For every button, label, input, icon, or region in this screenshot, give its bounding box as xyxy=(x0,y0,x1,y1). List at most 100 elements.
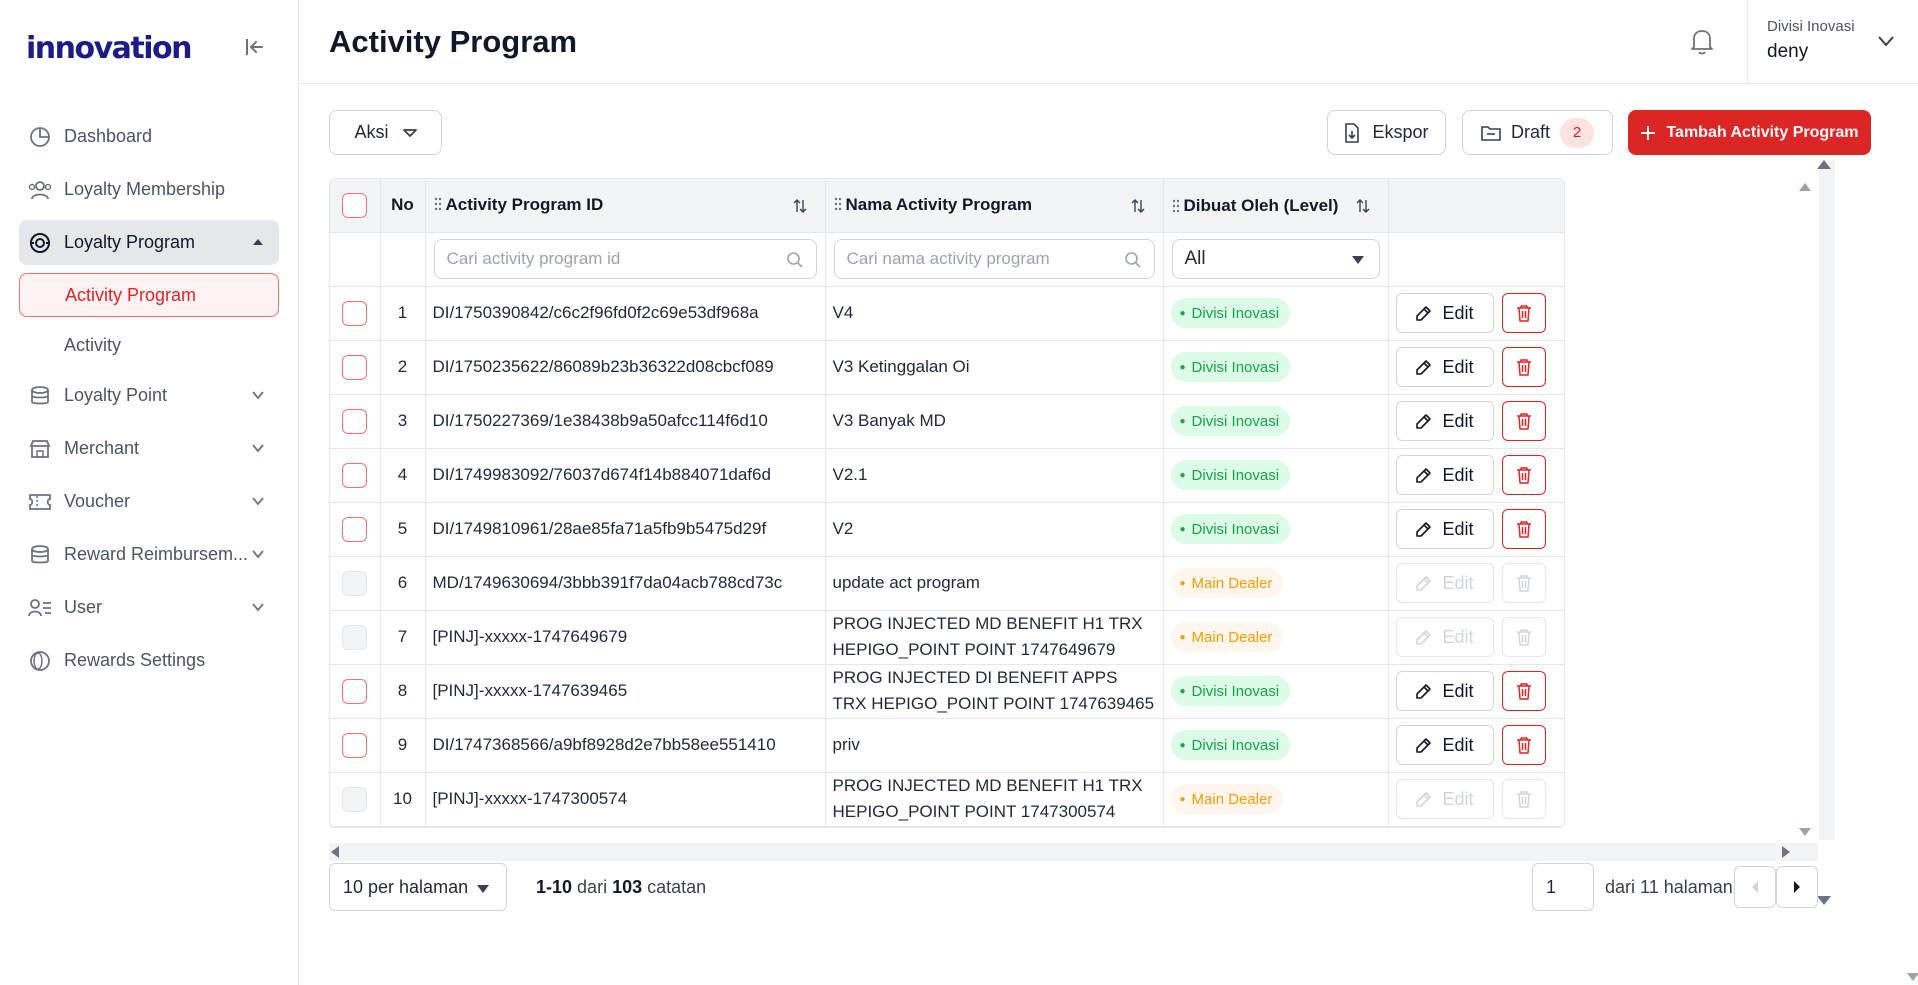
row-checkbox-cell xyxy=(330,772,381,827)
per-page-label: 10 per halaman xyxy=(343,876,469,897)
draft-count-badge: 2 xyxy=(1560,117,1594,148)
filter-level-cell: All xyxy=(1163,232,1389,287)
horizontal-scrollbar[interactable] xyxy=(329,843,1818,861)
sidebar-subitem-activity-program[interactable]: Activity Program xyxy=(19,273,279,317)
header-nama-activity-program[interactable]: Nama Activity Program xyxy=(825,179,1164,233)
database-icon xyxy=(28,543,52,567)
sidebar-item-merchant[interactable]: Merchant xyxy=(19,426,279,471)
edit-button[interactable]: Edit xyxy=(1395,347,1494,387)
edit-button[interactable]: Edit xyxy=(1395,455,1494,495)
row-checkbox-cell xyxy=(330,610,381,665)
sidebar-item-loyalty-point[interactable]: Loyalty Point xyxy=(19,373,279,418)
edit-button[interactable]: Edit xyxy=(1395,509,1494,549)
trash-icon xyxy=(1516,413,1531,430)
delete-button[interactable] xyxy=(1501,347,1546,387)
row-activity-program-id: DI/1750227369/1e38438b9a50afcc114f6d10 xyxy=(425,394,826,449)
row-level-cell: ● Divisi Inovasi xyxy=(1163,340,1389,395)
filter-empty xyxy=(380,232,426,287)
search-activity-program-id[interactable] xyxy=(433,239,817,279)
sidebar-item-user[interactable]: User xyxy=(19,585,279,630)
sidebar-item-rewards-settings[interactable]: Rewards Settings xyxy=(19,638,279,683)
drag-handle-icon[interactable] xyxy=(834,197,842,211)
scroll-left-arrow-icon[interactable] xyxy=(331,846,339,858)
row-checkbox[interactable] xyxy=(342,354,368,380)
search-nama-activity-program[interactable] xyxy=(833,239,1155,279)
row-activity-program-id: [PINJ]-xxxxx-1747639465 xyxy=(425,664,826,719)
row-checkbox[interactable] xyxy=(342,732,368,758)
sidebar-item-loyalty-program[interactable]: Loyalty Program xyxy=(19,220,279,265)
scroll-down-arrow-icon[interactable] xyxy=(1799,828,1811,836)
sidebar: innovation Dashboard Loyalty Membership xyxy=(0,0,299,985)
trash-icon xyxy=(1516,467,1531,484)
scroll-down-arrow-icon[interactable] xyxy=(1817,896,1831,905)
header-activity-program-id[interactable]: Activity Program ID xyxy=(425,179,826,233)
user-menu[interactable]: Divisi Inovasi deny xyxy=(1767,18,1855,63)
draft-button[interactable]: Draft 2 xyxy=(1462,110,1613,155)
level-badge-label: Divisi Inovasi xyxy=(1191,736,1280,754)
header-actions xyxy=(1388,179,1564,233)
sidebar-subitem-activity[interactable]: Activity xyxy=(19,323,279,367)
delete-button[interactable] xyxy=(1501,725,1546,765)
header-dibuat-oleh[interactable]: Dibuat Oleh (Level) xyxy=(1163,179,1389,233)
collapse-sidebar-icon[interactable] xyxy=(244,36,266,58)
edit-button[interactable]: Edit xyxy=(1395,671,1494,711)
delete-button[interactable] xyxy=(1501,509,1546,549)
sidebar-item-label: Reward Reimbursem... xyxy=(64,544,249,564)
sidebar-item-loyalty-membership[interactable]: Loyalty Membership xyxy=(19,167,279,212)
select-all-checkbox[interactable] xyxy=(342,192,368,218)
delete-button[interactable] xyxy=(1501,455,1546,495)
bullet-icon: ● xyxy=(1179,685,1186,697)
export-button[interactable]: Ekspor xyxy=(1327,110,1446,155)
sort-icon[interactable] xyxy=(1131,198,1145,214)
scroll-right-arrow-icon[interactable] xyxy=(1782,846,1790,858)
level-badge-label: Main Dealer xyxy=(1191,790,1273,808)
chevron-down-icon[interactable] xyxy=(1877,34,1895,48)
bell-icon[interactable] xyxy=(1688,26,1716,56)
search-id-input[interactable] xyxy=(446,249,804,269)
row-activity-program-name: V3 Ketinggalan Oi xyxy=(825,340,1164,395)
delete-button[interactable] xyxy=(1501,401,1546,441)
header-label: Activity Program ID xyxy=(445,195,604,215)
delete-button[interactable] xyxy=(1501,671,1546,711)
row-activity-program-name: priv xyxy=(825,718,1164,773)
table-row: 10 [PINJ]-xxxxx-1747300574 PROG INJECTED… xyxy=(330,772,1564,827)
page-number-input[interactable]: 1 xyxy=(1532,863,1594,911)
edit-button[interactable]: Edit xyxy=(1395,293,1494,333)
delete-button[interactable] xyxy=(1501,293,1546,333)
records-total: 103 xyxy=(612,877,643,897)
search-name-input[interactable] xyxy=(846,249,1142,269)
users-icon xyxy=(28,178,52,202)
row-checkbox[interactable] xyxy=(342,408,368,434)
per-page-select[interactable]: 10 per halaman xyxy=(329,863,507,911)
aksi-button[interactable]: Aksi xyxy=(329,110,442,155)
drag-handle-icon[interactable] xyxy=(1172,199,1180,213)
scroll-up-arrow-icon[interactable] xyxy=(1799,183,1811,191)
next-page-button[interactable] xyxy=(1776,866,1818,908)
vertical-scrollbar[interactable] xyxy=(1819,160,1835,840)
sort-icon[interactable] xyxy=(1356,198,1370,214)
row-activity-program-id: DI/1750390842/c6c2f96fd0f2c69e53df968a xyxy=(425,286,826,341)
row-checkbox[interactable] xyxy=(342,678,368,704)
row-checkbox[interactable] xyxy=(342,462,368,488)
row-level-cell: ● Divisi Inovasi xyxy=(1163,394,1389,449)
edit-button[interactable]: Edit xyxy=(1395,401,1494,441)
drag-handle-icon[interactable] xyxy=(434,197,442,211)
sort-icon[interactable] xyxy=(793,198,807,214)
sidebar-item-reward-reimbursement[interactable]: Reward Reimbursem... xyxy=(19,532,279,577)
prev-page-button[interactable] xyxy=(1734,866,1776,908)
row-checkbox[interactable] xyxy=(342,300,368,326)
row-level-cell: ● Divisi Inovasi xyxy=(1163,448,1389,503)
row-actions-cell: Edit xyxy=(1388,448,1564,503)
edit-button[interactable]: Edit xyxy=(1395,725,1494,765)
scroll-up-arrow-icon[interactable] xyxy=(1817,160,1831,169)
chevron-down-icon xyxy=(402,128,417,137)
sidebar-item-dashboard[interactable]: Dashboard xyxy=(19,114,279,159)
sidebar-item-voucher[interactable]: Voucher xyxy=(19,479,279,524)
program-icon xyxy=(28,231,52,255)
row-checkbox[interactable] xyxy=(342,516,368,542)
row-checkbox xyxy=(342,570,368,596)
page-scroll-down-arrow-icon[interactable] xyxy=(1907,973,1918,981)
add-activity-program-button[interactable]: Tambah Activity Program xyxy=(1628,110,1871,155)
level-filter-select[interactable]: All xyxy=(1171,239,1380,279)
row-activity-program-name: PROG INJECTED MD BENEFIT H1 TRX HEPIGO_P… xyxy=(825,610,1164,665)
